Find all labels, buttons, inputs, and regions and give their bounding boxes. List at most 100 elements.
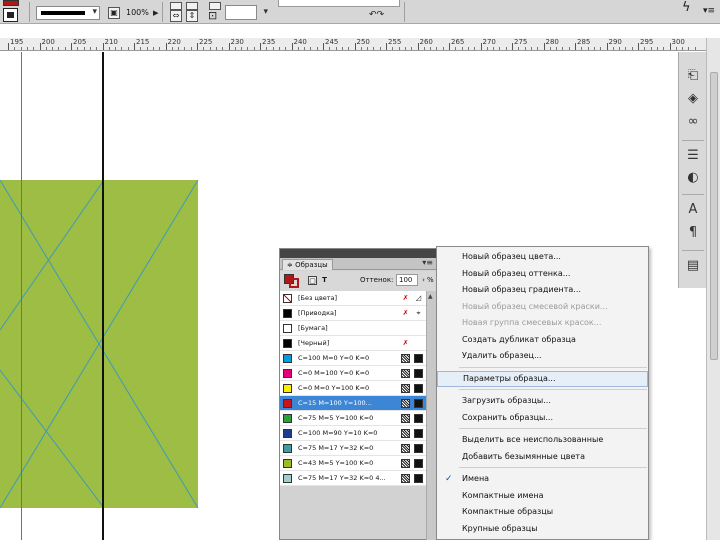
menu-item[interactable]: Добавить безымянные цвета bbox=[437, 449, 648, 465]
center-content-icon[interactable]: ⇕ bbox=[186, 10, 198, 22]
ruler-tick-minor bbox=[159, 47, 161, 50]
format-container-icon[interactable]: ▢ bbox=[308, 276, 317, 285]
panel-menu-icon[interactable]: ▾≡ bbox=[422, 258, 433, 267]
menu-separator bbox=[459, 467, 647, 468]
menu-item[interactable]: Крупные образцы bbox=[437, 521, 648, 537]
paragraph-styles-icon[interactable]: ¶ bbox=[685, 225, 701, 241]
ruler-tick-minor bbox=[398, 47, 400, 50]
swatches-icon[interactable]: ◐ bbox=[685, 170, 701, 186]
tab-swatches[interactable]: ≑ Образцы bbox=[282, 259, 333, 270]
swatch-row[interactable]: C=75 M=17 Y=32 K=0 4... bbox=[280, 471, 426, 486]
margin-guide[interactable] bbox=[21, 52, 22, 540]
swatch-color-chip bbox=[283, 339, 292, 348]
swatch-row[interactable]: [Приводка] ✗ ⌖ bbox=[280, 306, 426, 321]
stroke-icon[interactable]: ☰ bbox=[685, 148, 701, 164]
menu-item[interactable]: Новый образец оттенка... bbox=[437, 266, 648, 282]
fill-stroke-selector[interactable] bbox=[284, 274, 300, 288]
menu-item[interactable]: Удалить образец... bbox=[437, 348, 648, 364]
ruler-tick bbox=[134, 43, 135, 50]
swatch-row[interactable]: [Бумага] bbox=[280, 321, 426, 336]
stroke-type-dropdown[interactable] bbox=[36, 6, 100, 20]
ruler-tick-minor bbox=[556, 47, 558, 50]
cmyk-mode-icon bbox=[414, 354, 423, 363]
swatch-name: C=0 M=0 Y=100 K=0 bbox=[298, 384, 370, 392]
ruler-tick-minor bbox=[26, 47, 28, 50]
format-text-icon[interactable]: T bbox=[320, 276, 329, 285]
ruler-tick bbox=[323, 43, 324, 50]
opacity-value[interactable]: 100% bbox=[126, 8, 149, 17]
swatch-list-scrollbar[interactable]: ▲ bbox=[426, 291, 436, 540]
swatch-name: C=43 M=5 Y=100 K=0 bbox=[298, 459, 374, 467]
process-color-icon bbox=[401, 414, 410, 423]
fill-swatch[interactable] bbox=[3, 0, 19, 6]
menu-item-label: Добавить безымянные цвета bbox=[462, 451, 585, 461]
panel-menu-icon[interactable]: ▾≡ bbox=[703, 5, 715, 17]
ruler-tick-minor bbox=[316, 47, 318, 50]
swatch-row[interactable]: C=75 M=5 Y=100 K=0 bbox=[280, 411, 426, 426]
menu-item[interactable]: ✓ Имена bbox=[437, 471, 648, 487]
process-color-icon bbox=[401, 444, 410, 453]
swatch-color-chip bbox=[283, 399, 292, 408]
swatch-row[interactable]: C=43 M=5 Y=100 K=0 bbox=[280, 456, 426, 471]
tint-input[interactable]: 100 bbox=[396, 274, 418, 286]
ruler-guide[interactable] bbox=[102, 52, 104, 540]
ruler-label: 215 bbox=[136, 38, 150, 46]
swatch-row[interactable]: C=100 M=90 Y=10 K=0 bbox=[280, 426, 426, 441]
placeholder-frame[interactable] bbox=[0, 180, 198, 508]
ruler-tick-minor bbox=[297, 47, 299, 50]
text-wrap-icon[interactable]: ▤ bbox=[685, 258, 701, 274]
pages-icon[interactable]: ⎗ bbox=[685, 68, 701, 84]
cmyk-mode-icon bbox=[414, 474, 423, 483]
menu-item[interactable]: Загрузить образцы... bbox=[437, 393, 648, 409]
swatch-color-chip bbox=[283, 294, 292, 303]
cmyk-mode-icon bbox=[414, 384, 423, 393]
swatch-row[interactable]: C=15 M=100 Y=100... bbox=[280, 396, 426, 411]
tint-unit: % bbox=[427, 276, 434, 284]
menu-item-label: Выделить все неиспользованные bbox=[462, 435, 604, 444]
ruler-tick-minor bbox=[524, 47, 526, 50]
chevron-right-icon[interactable]: ▸ bbox=[153, 7, 159, 19]
ruler-label: 250 bbox=[356, 38, 370, 46]
lightning-icon[interactable]: ϟ bbox=[682, 1, 691, 14]
swatch-row[interactable]: C=75 M=17 Y=32 K=0 bbox=[280, 441, 426, 456]
menu-item[interactable]: Компактные образцы bbox=[437, 504, 648, 520]
swatch-row[interactable]: [Без цвета] ✗ ◿ bbox=[280, 291, 426, 306]
swatch-row[interactable]: C=0 M=100 Y=0 K=0 bbox=[280, 366, 426, 381]
menu-item[interactable]: Новый образец градиента... bbox=[437, 282, 648, 298]
scroll-up-icon[interactable]: ▲ bbox=[428, 293, 433, 300]
menu-item[interactable]: Создать дубликат образца bbox=[437, 332, 648, 348]
stroke-swatch[interactable] bbox=[3, 8, 18, 22]
ruler-tick-minor bbox=[373, 47, 375, 50]
ruler-label: 245 bbox=[325, 38, 339, 46]
menu-item[interactable]: Выделить все неиспользованные bbox=[437, 432, 648, 448]
character-styles-icon[interactable]: A bbox=[685, 202, 701, 218]
frame-fit-icon[interactable] bbox=[170, 2, 182, 10]
ruler-tick-minor bbox=[625, 47, 627, 50]
menu-item[interactable]: Сохранить образцы... bbox=[437, 410, 648, 426]
frame-center-icon[interactable] bbox=[186, 2, 198, 10]
swatch-row[interactable]: C=0 M=0 Y=100 K=0 bbox=[280, 381, 426, 396]
fit-content-icon[interactable]: ⇔ bbox=[170, 10, 182, 22]
layers-icon[interactable]: ◈ bbox=[685, 91, 701, 107]
object-style-dropdown[interactable] bbox=[225, 5, 268, 20]
ruler-tick-minor bbox=[335, 47, 337, 50]
menu-item[interactable]: Компактные имена bbox=[437, 488, 648, 504]
menu-item[interactable]: Параметры образца... bbox=[437, 370, 648, 387]
ruler-tick-minor bbox=[58, 47, 60, 50]
panel-titlebar[interactable] bbox=[280, 249, 436, 258]
menu-item-label: Создать дубликат образца bbox=[462, 334, 576, 344]
ruler-label: 205 bbox=[73, 38, 87, 46]
swatch-row[interactable]: C=100 M=0 Y=0 K=0 bbox=[280, 351, 426, 366]
menu-item[interactable]: Новый образец цвета... bbox=[437, 249, 648, 265]
vertical-scrollbar[interactable] bbox=[706, 38, 720, 540]
select-content-icon[interactable]: ⊡ bbox=[208, 10, 217, 22]
links-icon[interactable]: ∞ bbox=[685, 114, 701, 130]
ruler-tick-minor bbox=[505, 47, 507, 50]
ruler-tick-minor bbox=[64, 47, 66, 50]
undo-icon[interactable]: ↶↷ bbox=[369, 9, 384, 21]
swatch-row[interactable]: [Черный] ✗ bbox=[280, 336, 426, 351]
ruler-tick-minor bbox=[493, 47, 495, 50]
scroll-thumb[interactable] bbox=[710, 72, 718, 360]
menu-item: Новая группа смесевых красок... bbox=[437, 315, 648, 331]
text-field[interactable] bbox=[278, 0, 400, 7]
